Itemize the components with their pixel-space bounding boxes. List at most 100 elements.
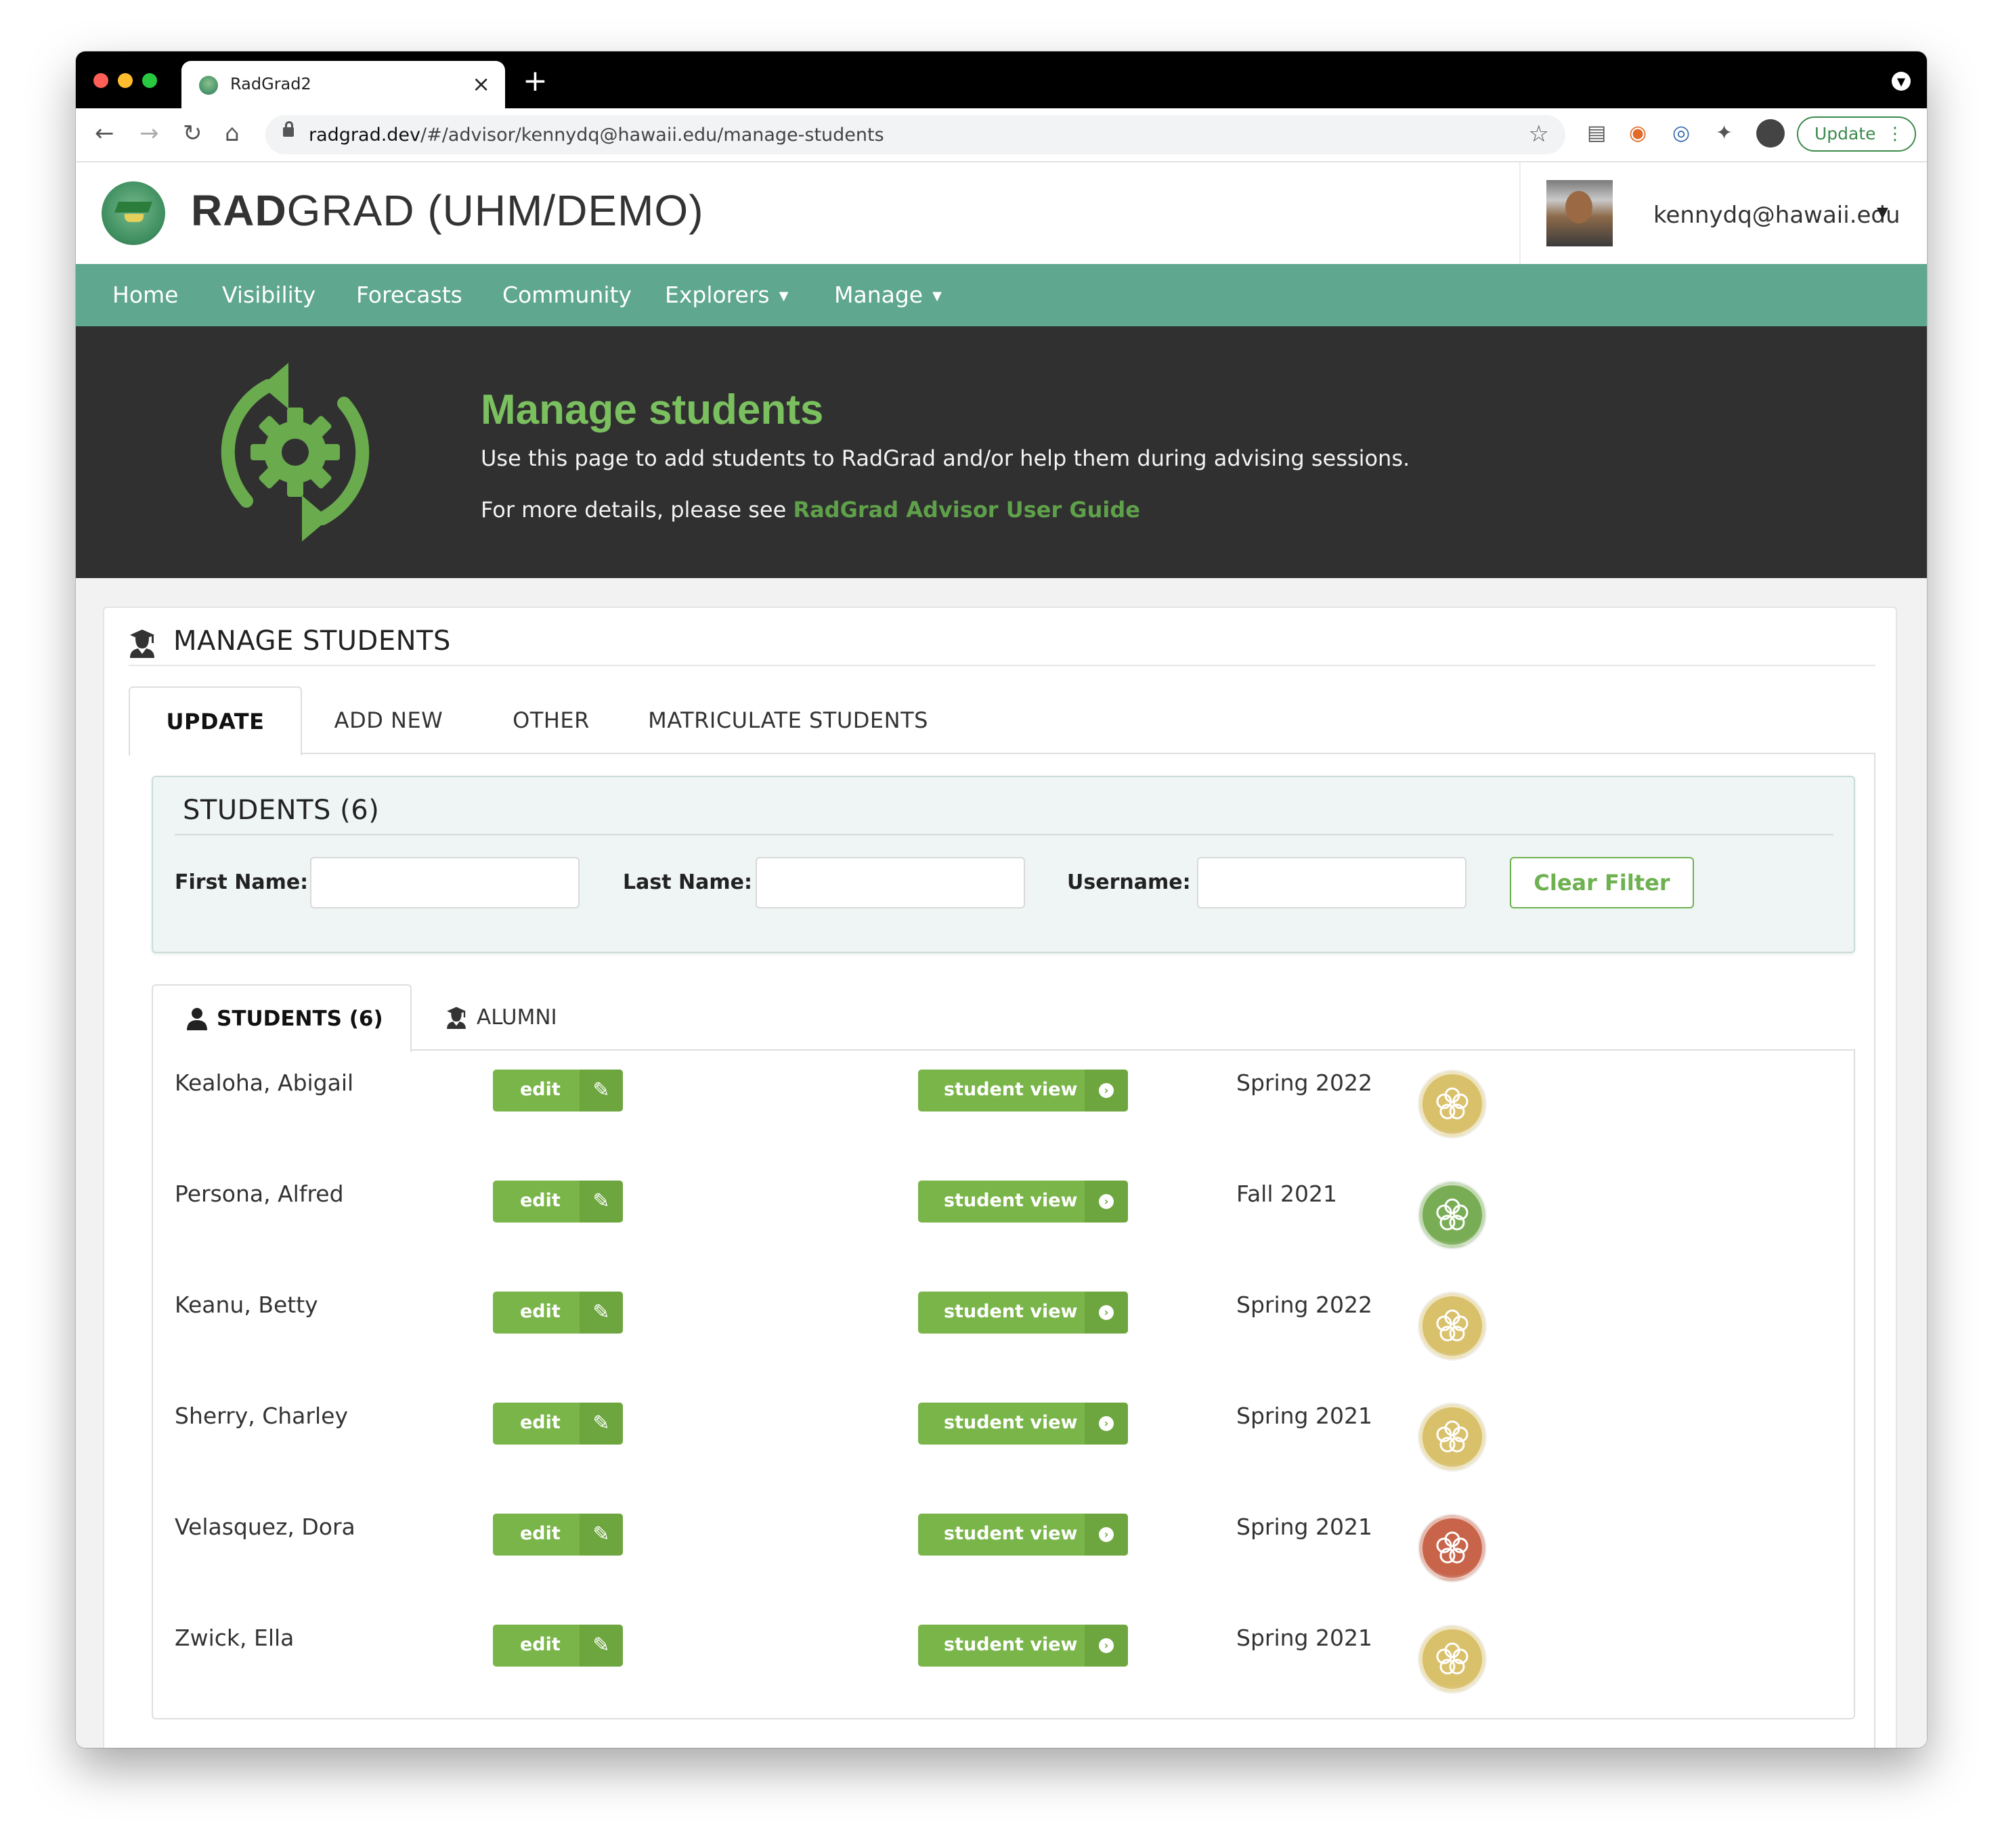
- profile-avatar-icon[interactable]: [1756, 119, 1785, 148]
- table-row: Velasquez, Dora edit ✎ student view › Spri…: [153, 1493, 1854, 1604]
- user-graduate-icon: [447, 1007, 466, 1029]
- browser-tab-title: RadGrad2: [230, 74, 311, 93]
- maximize-window-button[interactable]: [142, 73, 157, 88]
- extension-b-icon[interactable]: ◉: [1629, 118, 1647, 149]
- edit-button[interactable]: edit ✎: [493, 1514, 623, 1556]
- arrow-circle-right-icon: ›: [1085, 1403, 1128, 1445]
- tab-matriculate-students[interactable]: MATRICULATE STUDENTS: [639, 686, 937, 754]
- advisor-guide-link[interactable]: RadGrad Advisor User Guide: [793, 497, 1140, 523]
- browser-tab-radgrad[interactable]: RadGrad2 ×: [181, 61, 505, 108]
- address-bar[interactable]: radgrad.dev/#/advisor/kennydq@hawaii.edu…: [265, 115, 1565, 154]
- nav-visibility[interactable]: Visibility: [222, 282, 316, 308]
- student-filter-panel: STUDENTS (6) First Name: Last Name: User…: [152, 776, 1855, 953]
- forward-arrow-icon[interactable]: →: [139, 118, 159, 149]
- user-graduate-icon: [130, 630, 154, 658]
- tab-add-new[interactable]: ADD NEW: [314, 686, 463, 754]
- nav-explorers[interactable]: Explorers ▼: [665, 282, 788, 308]
- bookmark-star-icon[interactable]: ☆: [1529, 120, 1549, 148]
- manage-caret-icon: ▼: [932, 289, 942, 303]
- close-tab-icon[interactable]: ×: [472, 70, 490, 97]
- new-tab-button[interactable]: +: [523, 65, 548, 97]
- filter-title: STUDENTS (6): [183, 795, 380, 826]
- browser-toolbar: ← → ↻ ⌂ radgrad.dev/#/advisor/kennydq@ha…: [76, 108, 1927, 162]
- student-term: Spring 2021: [1236, 1403, 1372, 1429]
- student-term: Spring 2021: [1236, 1514, 1372, 1540]
- edit-button[interactable]: edit ✎: [493, 1181, 623, 1223]
- table-row: Sherry, Charley edit ✎ student view › Spri…: [153, 1382, 1854, 1493]
- manage-students-card: MANAGE STUDENTS UPDATE ADD NEW OTHER MAT…: [103, 607, 1897, 1748]
- cap-band: [125, 214, 144, 222]
- hero-title: Manage students: [481, 387, 824, 433]
- edit-icon: ✎: [580, 1625, 623, 1667]
- gear-refresh-icon: [221, 363, 370, 542]
- header-divider: [1519, 162, 1521, 264]
- level-badge-icon: [1419, 1182, 1485, 1248]
- card-divider: [129, 665, 1875, 666]
- username-input[interactable]: [1197, 857, 1466, 908]
- edit-button[interactable]: edit ✎: [493, 1625, 623, 1667]
- tab-alumni[interactable]: ALUMNI: [412, 984, 588, 1051]
- reload-icon[interactable]: ↻: [183, 118, 202, 149]
- student-name: Kealoha, Abigail: [175, 1070, 354, 1096]
- nav-community[interactable]: Community: [502, 282, 632, 308]
- nav-forecasts[interactable]: Forecasts: [356, 282, 462, 308]
- edit-button[interactable]: edit ✎: [493, 1403, 623, 1445]
- extensions-puzzle-icon[interactable]: ✦: [1716, 118, 1733, 149]
- first-name-label: First Name:: [175, 871, 309, 894]
- edit-button[interactable]: edit ✎: [493, 1292, 623, 1334]
- student-view-button[interactable]: student view ›: [918, 1403, 1128, 1445]
- user-menu-caret-icon[interactable]: ▼: [1877, 204, 1888, 221]
- minimize-window-button[interactable]: [118, 73, 133, 88]
- student-term: Spring 2021: [1236, 1625, 1372, 1651]
- card-title: MANAGE STUDENTS: [173, 625, 451, 657]
- student-view-button[interactable]: student view ›: [918, 1625, 1128, 1667]
- browser-menu-icon[interactable]: ⋮: [1886, 118, 1904, 150]
- explorers-caret-icon: ▼: [779, 289, 789, 303]
- student-view-button[interactable]: student view ›: [918, 1514, 1128, 1556]
- tab-update[interactable]: UPDATE: [129, 686, 302, 755]
- edit-button[interactable]: edit ✎: [493, 1070, 623, 1112]
- student-view-button[interactable]: student view ›: [918, 1292, 1128, 1334]
- tab-students[interactable]: STUDENTS (6): [152, 984, 412, 1052]
- nav-manage[interactable]: Manage ▼: [834, 282, 942, 308]
- edit-icon: ✎: [580, 1070, 623, 1112]
- lock-icon: [283, 121, 294, 137]
- extension-c-icon[interactable]: ◎: [1672, 118, 1690, 149]
- main-content: MANAGE STUDENTS UPDATE ADD NEW OTHER MAT…: [76, 578, 1927, 1748]
- browser-window: RadGrad2 × + ▼ ← → ↻ ⌂ radgrad.dev/#/adv…: [76, 51, 1927, 1748]
- radgrad-logo-icon[interactable]: [102, 181, 165, 245]
- edit-icon: ✎: [580, 1514, 623, 1556]
- student-name: Velasquez, Dora: [175, 1514, 355, 1540]
- table-row: Zwick, Ella edit ✎ student view › Spring 2…: [153, 1604, 1854, 1715]
- home-icon[interactable]: ⌂: [225, 118, 240, 149]
- hero-details: For more details, please see RadGrad Adv…: [481, 497, 1140, 523]
- site-header: RADGRAD (UHM/DEMO) kennydq@hawaii.edu ▼: [76, 162, 1927, 264]
- nav-home[interactable]: Home: [112, 282, 178, 308]
- last-name-input[interactable]: [756, 857, 1025, 908]
- filter-divider: [175, 834, 1833, 835]
- tab-other[interactable]: OTHER: [483, 686, 619, 754]
- browser-update-button[interactable]: Update ⋮: [1797, 116, 1916, 152]
- site-title[interactable]: RADGRAD (UHM/DEMO): [191, 185, 704, 236]
- clear-filter-button[interactable]: Clear Filter: [1510, 857, 1694, 908]
- user-menu[interactable]: kennydq@hawaii.edu: [1653, 202, 1900, 229]
- close-window-button[interactable]: [93, 73, 108, 88]
- reader-icon[interactable]: ▤: [1587, 118, 1606, 149]
- edit-icon: ✎: [580, 1181, 623, 1223]
- student-term: Spring 2022: [1236, 1070, 1372, 1096]
- user-avatar[interactable]: [1546, 180, 1613, 246]
- graduation-cap-icon: [114, 202, 152, 213]
- arrow-circle-right-icon: ›: [1085, 1625, 1128, 1667]
- first-name-input[interactable]: [310, 857, 580, 908]
- table-row: Kealoha, Abigail edit ✎ student view › Spr…: [153, 1049, 1854, 1160]
- tab-search-icon[interactable]: ▼: [1892, 72, 1911, 91]
- arrow-circle-right-icon: ›: [1085, 1292, 1128, 1334]
- student-term: Fall 2021: [1236, 1181, 1337, 1207]
- student-view-button[interactable]: student view ›: [918, 1181, 1128, 1223]
- table-row: Keanu, Betty edit ✎ student view › Spring …: [153, 1271, 1854, 1382]
- back-arrow-icon[interactable]: ←: [95, 118, 114, 149]
- arrow-circle-right-icon: ›: [1085, 1181, 1128, 1223]
- level-badge-icon: [1419, 1293, 1485, 1359]
- radgrad-favicon-icon: [199, 76, 218, 95]
- student-view-button[interactable]: student view ›: [918, 1070, 1128, 1112]
